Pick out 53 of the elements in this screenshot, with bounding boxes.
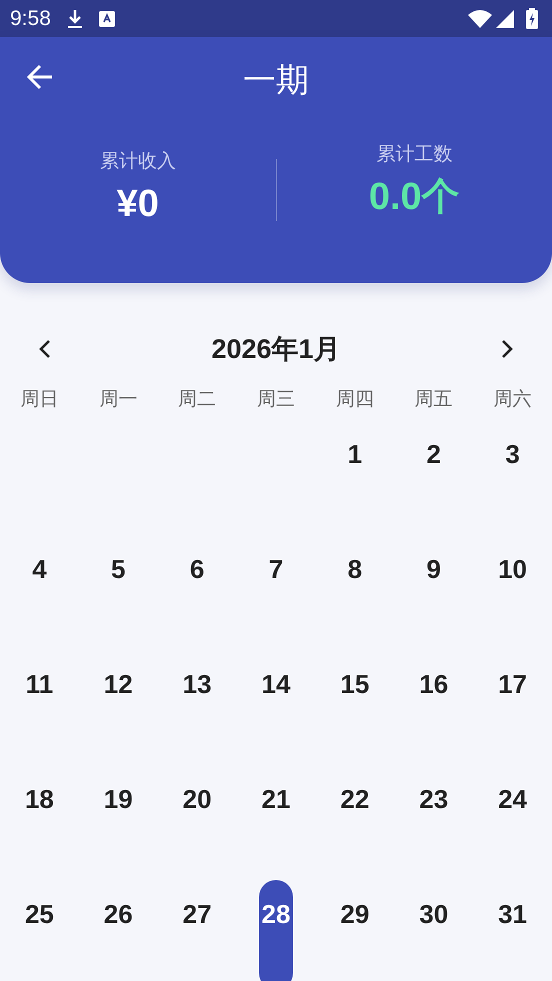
app-notification-icon <box>98 10 115 26</box>
day-button[interactable]: 4 <box>22 535 56 645</box>
day-button[interactable]: 17 <box>496 650 530 760</box>
day-button[interactable]: 6 <box>180 535 214 645</box>
day-button[interactable]: 24 <box>496 765 530 875</box>
day-button[interactable]: 26 <box>101 880 136 981</box>
back-button[interactable] <box>26 63 54 91</box>
day-button[interactable]: 29 <box>338 880 372 981</box>
day-button[interactable]: 16 <box>416 650 451 760</box>
weekday-label: 周四 <box>336 388 374 410</box>
day-button[interactable]: 10 <box>496 535 530 645</box>
signal-icon <box>496 10 514 28</box>
day-button[interactable]: 1 <box>338 420 372 530</box>
day-button[interactable]: 8 <box>338 535 372 645</box>
stat-label: 累计收入 <box>100 149 176 174</box>
day-button[interactable]: 30 <box>416 880 451 981</box>
day-button[interactable]: 21 <box>258 765 293 875</box>
day-button[interactable]: 23 <box>416 765 451 875</box>
battery-icon <box>526 8 538 29</box>
day-button[interactable]: 3 <box>496 420 530 530</box>
weekday-label: 周一 <box>99 388 138 410</box>
stat-label: 累计工数 <box>376 142 452 167</box>
day-button[interactable]: 18 <box>22 765 56 875</box>
weekday-label: 周六 <box>494 388 532 410</box>
day-button[interactable]: 7 <box>258 535 293 645</box>
previous-month-button[interactable] <box>38 338 52 360</box>
day-button[interactable]: 15 <box>338 650 372 760</box>
day-button[interactable]: 14 <box>258 650 293 760</box>
day-button[interactable]: 2 <box>416 420 451 530</box>
day-button[interactable]: 20 <box>180 765 214 875</box>
download-icon <box>66 8 83 28</box>
day-button[interactable]: 22 <box>338 765 372 875</box>
weekday-label: 周二 <box>178 388 216 410</box>
day-button[interactable]: 25 <box>22 880 56 981</box>
stat-value: ¥0 <box>116 182 159 226</box>
day-button[interactable]: 5 <box>101 535 136 645</box>
day-button[interactable]: 19 <box>101 765 136 875</box>
next-month-button[interactable] <box>500 338 514 360</box>
status-time: 9:58 <box>10 6 51 32</box>
day-button[interactable]: 9 <box>416 535 451 645</box>
day-button[interactable]: 12 <box>101 650 136 760</box>
day-button[interactable]: 31 <box>496 880 530 981</box>
weekday-label: 周五 <box>414 388 453 410</box>
day-button[interactable]: 27 <box>180 880 214 981</box>
weekday-label: 周日 <box>20 388 58 410</box>
day-button[interactable]: 28 <box>258 880 293 981</box>
page-title: 一期 <box>243 59 309 102</box>
month-title: 2026年1月 <box>211 332 341 366</box>
weekday-label: 周三 <box>256 388 295 410</box>
day-button[interactable]: 11 <box>22 650 56 760</box>
stat-value: 0.0个 <box>368 174 460 220</box>
day-button[interactable]: 13 <box>180 650 214 760</box>
wifi-icon <box>468 9 492 28</box>
